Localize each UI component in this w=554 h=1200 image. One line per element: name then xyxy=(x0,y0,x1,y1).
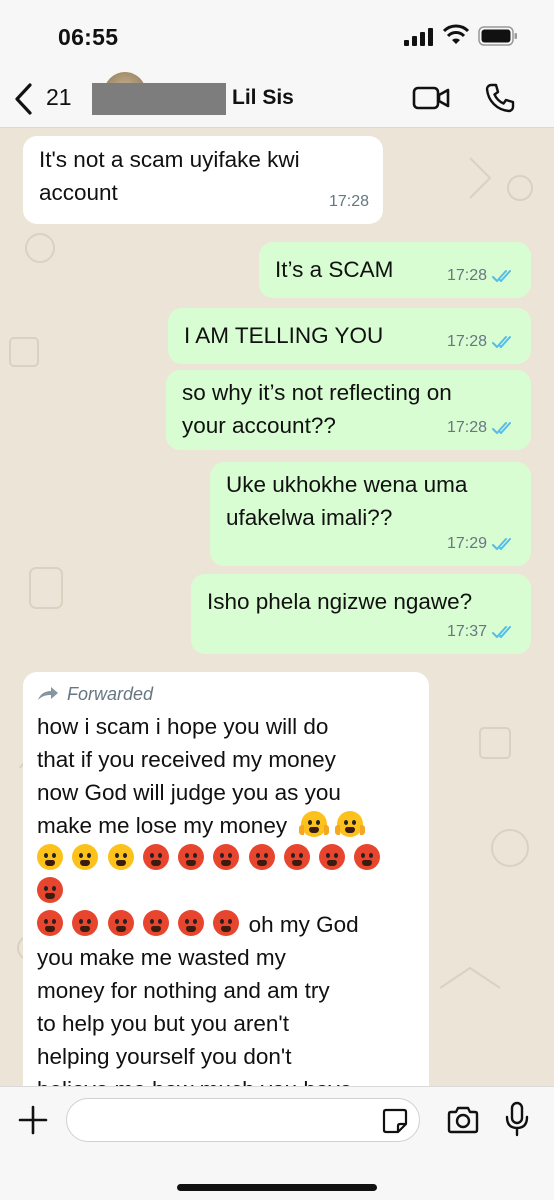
message-meta: 17:28 xyxy=(447,259,517,292)
voice-call-icon[interactable] xyxy=(484,82,516,114)
unread-count[interactable]: 21 xyxy=(46,84,72,111)
read-ticks-icon xyxy=(492,335,511,348)
message-bubble-forwarded[interactable]: Forwarded how i scam i hope you will do … xyxy=(23,672,429,1086)
pouting-face-emoji xyxy=(37,877,63,903)
emoji-line xyxy=(37,842,415,908)
pouting-face-emoji xyxy=(248,844,275,870)
message-meta: 17:37 xyxy=(447,615,517,648)
battery-icon xyxy=(478,26,517,46)
loudly-crying-face-emoji xyxy=(107,844,134,870)
message-bubble-incoming[interactable]: It's not a scam uyifake kwi account 17:2… xyxy=(23,136,383,224)
message-text: so why it’s not reflecting on xyxy=(182,380,452,405)
pouting-face-emoji xyxy=(37,910,63,936)
sticker-icon[interactable] xyxy=(381,1107,409,1135)
message-text-line: make me lose my money xyxy=(37,809,415,842)
message-bubble-outgoing[interactable]: Isho phela ngizwe ngawe? 17:37 xyxy=(191,574,531,654)
message-text: oh my God xyxy=(248,912,359,937)
chat-header: 21 Lil Sis xyxy=(0,70,554,128)
message-meta: 17:28 xyxy=(447,325,517,358)
message-text: now God will judge you as you xyxy=(37,780,341,805)
cellular-signal-icon xyxy=(404,28,433,46)
loudly-crying-face-emoji xyxy=(37,844,63,870)
message-bubble-outgoing[interactable]: Uke ukhokhe wena uma ufakelwa imali?? 17… xyxy=(210,462,531,566)
message-input[interactable] xyxy=(66,1098,420,1142)
pouting-face-emoji xyxy=(354,844,381,870)
pouting-face-emoji xyxy=(213,844,240,870)
pouting-face-emoji xyxy=(213,910,240,936)
message-time: 17:28 xyxy=(446,267,487,284)
message-text-line: oh my God xyxy=(37,908,415,941)
redacted-block xyxy=(92,83,226,115)
message-time: 17:28 xyxy=(446,419,487,436)
contact-name[interactable]: Lil Sis xyxy=(232,86,294,110)
message-text: that if you received my money xyxy=(37,747,336,772)
message-text: Isho phela ngizwe ngawe? xyxy=(207,589,473,614)
pouting-face-emoji xyxy=(72,910,99,936)
message-text: Uke ukhokhe wena uma xyxy=(226,472,468,497)
forwarded-label: Forwarded xyxy=(37,682,415,706)
pouting-face-emoji xyxy=(107,910,134,936)
forward-arrow-icon xyxy=(38,687,58,700)
chat-area[interactable]: It's not a scam uyifake kwi account 17:2… xyxy=(0,128,554,1086)
message-bubble-outgoing[interactable]: I AM TELLING YOU 17:28 xyxy=(168,308,531,364)
message-meta: 17:29 xyxy=(447,527,517,560)
wifi-icon xyxy=(443,24,469,44)
pouting-face-emoji xyxy=(319,844,346,870)
read-ticks-icon xyxy=(492,269,511,282)
read-ticks-icon xyxy=(492,421,511,434)
message-time: 17:37 xyxy=(446,623,487,640)
compose-bar xyxy=(0,1086,554,1200)
pouting-face-emoji xyxy=(178,910,205,936)
message-text: helping yourself you don't xyxy=(37,1044,292,1069)
message-text: to help you but you aren't xyxy=(37,1011,289,1036)
read-ticks-icon xyxy=(492,625,511,638)
message-meta: 17:28 xyxy=(329,185,369,218)
back-chevron-icon[interactable] xyxy=(12,82,34,116)
face-screaming-emoji xyxy=(299,811,330,837)
video-call-icon[interactable] xyxy=(412,84,450,112)
message-text: make me lose my money xyxy=(37,813,288,838)
message-time: 17:29 xyxy=(446,535,487,552)
loudly-crying-face-emoji xyxy=(72,844,99,870)
message-text: account xyxy=(39,180,118,205)
message-time: 17:28 xyxy=(446,333,487,350)
status-bar: 06:55 xyxy=(0,0,554,70)
message-text: It's not a scam uyifake kwi xyxy=(39,147,300,172)
plus-icon[interactable] xyxy=(18,1105,48,1135)
message-meta: 17:28 xyxy=(447,411,517,444)
message-bubble-outgoing[interactable]: so why it’s not reflecting on your accou… xyxy=(166,370,531,450)
home-indicator[interactable] xyxy=(177,1184,377,1191)
status-time: 06:55 xyxy=(58,24,119,50)
message-time: 17:28 xyxy=(328,193,369,210)
message-text: how i scam i hope you will do xyxy=(37,714,329,739)
message-text: believe me how much you have xyxy=(37,1073,415,1086)
forwarded-text: Forwarded xyxy=(67,684,154,704)
microphone-icon[interactable] xyxy=(505,1101,529,1137)
pouting-face-emoji xyxy=(178,844,205,870)
message-text: money for nothing and am try xyxy=(37,978,330,1003)
pouting-face-emoji xyxy=(142,910,169,936)
read-ticks-icon xyxy=(492,537,511,550)
face-screaming-emoji xyxy=(334,811,365,837)
pouting-face-emoji xyxy=(283,844,310,870)
camera-icon[interactable] xyxy=(446,1106,480,1134)
message-bubble-outgoing[interactable]: It’s a SCAM 17:28 xyxy=(259,242,531,298)
pouting-face-emoji xyxy=(142,844,169,870)
message-text: you make me wasted my xyxy=(37,945,286,970)
